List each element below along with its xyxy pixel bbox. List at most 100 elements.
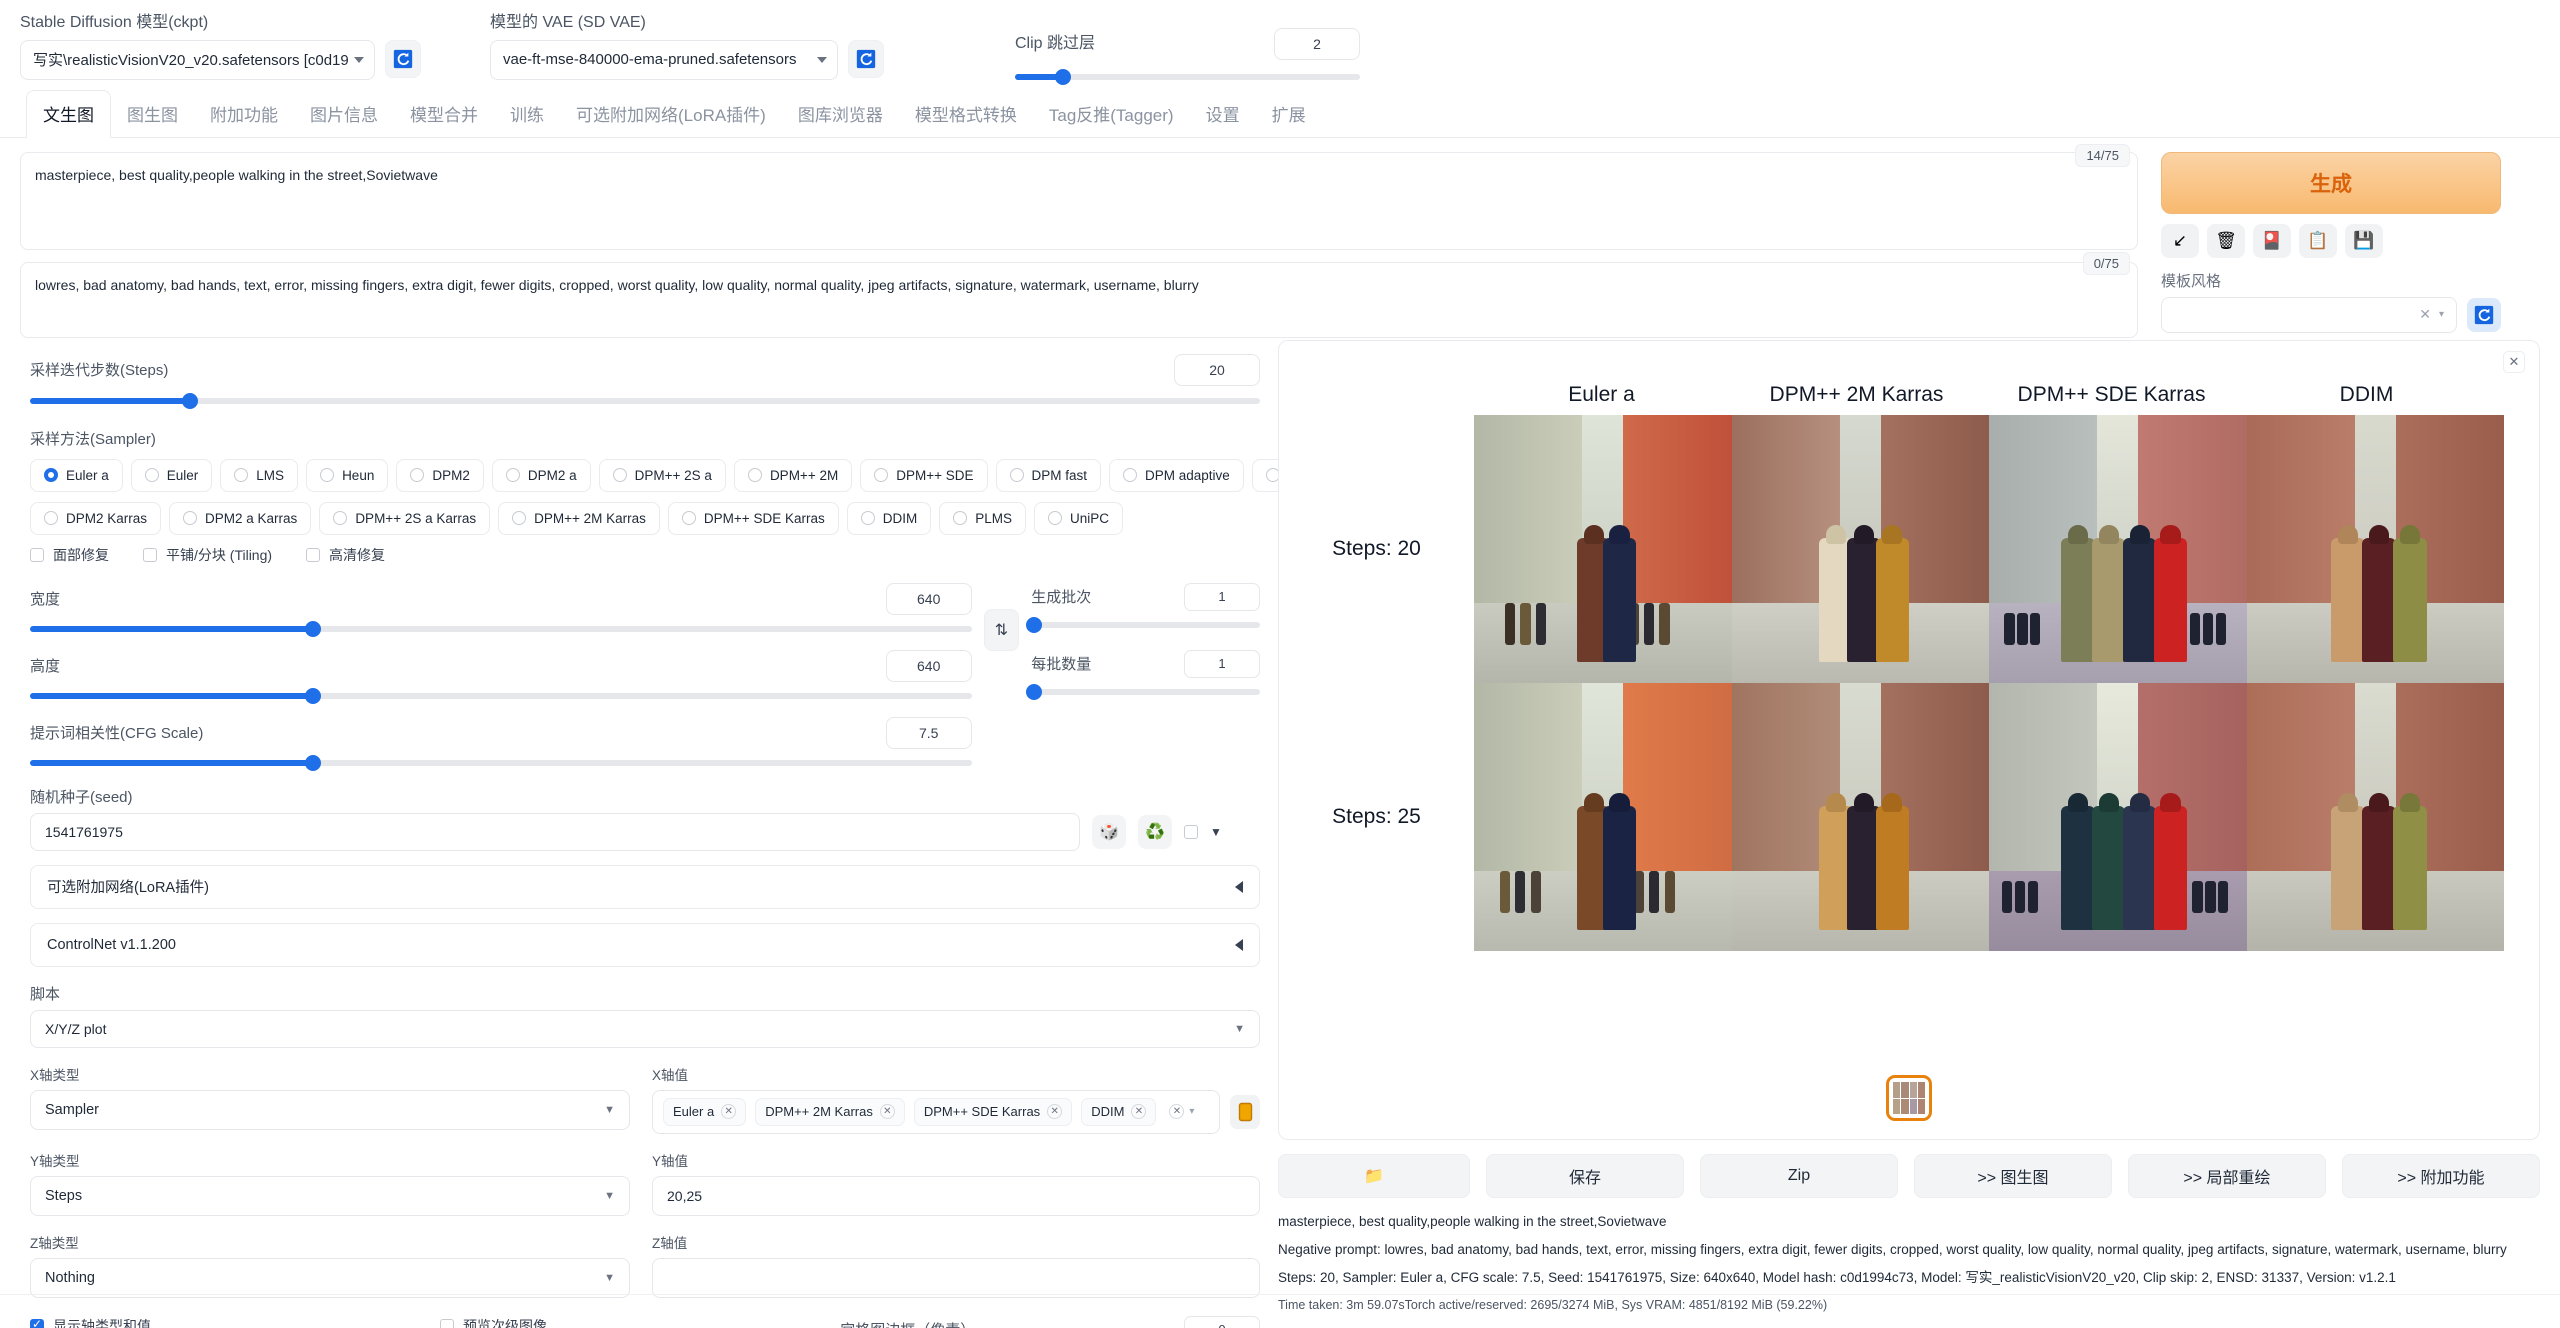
vae-select[interactable]: vae-ft-mse-840000-ema-pruned.safetensors [490, 39, 838, 80]
positive-prompt-input[interactable]: masterpiece, best quality,people walking… [20, 151, 2138, 250]
refresh-vae-button[interactable] [848, 40, 884, 79]
extra-seed-checkbox[interactable] [1184, 824, 1198, 839]
tab-model-converter[interactable]: 模型格式转换 [899, 91, 1033, 137]
send-to-inpaint-button[interactable]: >> 局部重绘 [2128, 1154, 2326, 1198]
tiling-checkbox[interactable]: 平铺/分块 (Tiling) [143, 545, 272, 565]
checkpoint-select[interactable]: 写实\realisticVisionV20_v20.safetensors [c… [20, 39, 375, 80]
send-to-extras-button[interactable]: >> 附加功能 [2342, 1154, 2540, 1198]
sampler-option-dpm2[interactable]: DPM2 [396, 458, 484, 492]
sampler-option-dpm2-karras[interactable]: DPM2 Karras [30, 501, 162, 535]
refresh-styles-button[interactable] [2467, 297, 2501, 332]
dice-icon[interactable]: 🎲 [1092, 814, 1126, 849]
grid-cell-ddim-25[interactable] [2246, 683, 2504, 951]
tab-settings[interactable]: 设置 [1190, 91, 1256, 137]
save-button[interactable]: 保存 [1486, 1154, 1684, 1198]
xyz-grid-thumbnail[interactable] [1886, 1075, 1932, 1121]
tab-image-browser[interactable]: 图库浏览器 [782, 91, 899, 137]
batch-size-value[interactable]: 1 [1184, 649, 1260, 678]
hires-fix-checkbox[interactable]: 高清修复 [306, 545, 385, 565]
sampler-option-dpmpp-2s-a-karras[interactable]: DPM++ 2S a Karras [319, 501, 491, 535]
steps-value[interactable]: 20 [1174, 353, 1260, 386]
tab-lora[interactable]: 可选附加网络(LoRA插件) [560, 91, 782, 137]
xyz-grid-image[interactable]: Euler a DPM++ 2M Karras DPM++ SDE Karras… [1279, 383, 2539, 951]
sampler-option-ddim[interactable]: DDIM [846, 501, 932, 535]
tab-tagger[interactable]: Tag反推(Tagger) [1033, 91, 1190, 137]
grid-cell-eulera-20[interactable] [1474, 415, 1732, 683]
tab-train[interactable]: 训练 [494, 91, 560, 137]
floppy-save-icon[interactable]: 💾 [2345, 223, 2383, 258]
sampler-option-dpm2-a[interactable]: DPM2 a [491, 458, 591, 492]
cfg-slider[interactable] [30, 754, 972, 771]
restore-progress-icon[interactable]: ↙ [2161, 223, 2199, 258]
remove-chip-icon[interactable]: ✕ [1047, 1104, 1063, 1120]
y-axis-values-input[interactable]: 20,25 [652, 1175, 1260, 1216]
width-slider[interactable] [30, 620, 972, 637]
x-value-chip[interactable]: Euler a ✕ [663, 1097, 747, 1126]
style-select[interactable]: ✕ ▾ [2161, 296, 2457, 333]
grid-cell-eulera-25[interactable] [1474, 683, 1732, 951]
send-to-img2img-button[interactable]: >> 图生图 [1914, 1154, 2112, 1198]
chevron-down-icon[interactable]: ▼ [1210, 825, 1222, 839]
paste-yellow-icon[interactable] [1230, 1094, 1260, 1129]
grid-cell-dpmppsde-25[interactable] [1989, 683, 2247, 951]
restore-faces-checkbox[interactable]: 面部修复 [30, 545, 109, 565]
seed-input[interactable]: 1541761975 [30, 812, 1080, 851]
script-select[interactable]: X/Y/Z plot ▼ [30, 1009, 1260, 1048]
x-axis-type-select[interactable]: Sampler ▼ [30, 1089, 630, 1130]
x-axis-values-input[interactable]: Euler a ✕ DPM++ 2M Karras ✕ DPM++ SDE Karr… [652, 1089, 1220, 1134]
y-axis-type-select[interactable]: Steps ▼ [30, 1175, 630, 1216]
batch-count-value[interactable]: 1 [1184, 582, 1260, 611]
close-icon[interactable]: ✕ [2503, 351, 2525, 373]
tab-extensions[interactable]: 扩展 [1256, 91, 1322, 137]
negative-prompt-input[interactable]: lowres, bad anatomy, bad hands, text, er… [20, 261, 2138, 338]
recycle-green-icon[interactable]: ♻️ [1138, 814, 1172, 849]
z-axis-values-input[interactable] [652, 1257, 1260, 1298]
grid-cell-dpmpp2m-20[interactable] [1731, 415, 1989, 683]
x-value-chip[interactable]: DPM++ SDE Karras ✕ [913, 1097, 1073, 1126]
zip-button[interactable]: Zip [1700, 1154, 1898, 1198]
controlnet-accordion[interactable]: ControlNet v1.1.200 [30, 922, 1260, 967]
tab-extras[interactable]: 附加功能 [194, 91, 294, 137]
tab-img2img[interactable]: 图生图 [111, 91, 194, 137]
clipboard-icon[interactable]: 📋 [2299, 223, 2337, 258]
batch-size-slider[interactable] [1025, 683, 1260, 700]
sampler-option-lms[interactable]: LMS [220, 458, 299, 492]
batch-count-slider[interactable] [1025, 616, 1260, 633]
sampler-option-dpm2-a-karras[interactable]: DPM2 a Karras [169, 501, 312, 535]
width-value[interactable]: 640 [885, 582, 972, 615]
sampler-option-heun[interactable]: Heun [306, 458, 389, 492]
height-slider[interactable] [30, 687, 972, 704]
sampler-option-unipc[interactable]: UniPC [1033, 501, 1123, 535]
sampler-option-dpmpp-2m-karras[interactable]: DPM++ 2M Karras [498, 501, 660, 535]
tab-png-info[interactable]: 图片信息 [294, 91, 394, 137]
sampler-option-dpm-adaptive[interactable]: DPM adaptive [1109, 458, 1244, 492]
remove-chip-icon[interactable]: ✕ [879, 1104, 895, 1120]
sampler-option-dpm-fast[interactable]: DPM fast [995, 458, 1102, 492]
clip-skip-slider[interactable] [1015, 68, 1360, 85]
refresh-checkpoints-button[interactable] [385, 40, 421, 79]
sampler-option-plms[interactable]: PLMS [939, 501, 1026, 535]
generate-button[interactable]: 生成 [2161, 151, 2501, 214]
steps-slider[interactable] [30, 392, 1260, 409]
grid-cell-dpmpp2m-25[interactable] [1731, 683, 1989, 951]
style-clear-x-icon[interactable]: ✕ [2419, 306, 2431, 323]
swap-dimensions-button[interactable]: ⇅ [983, 608, 1020, 651]
open-folder-button[interactable]: 📁 [1278, 1154, 1470, 1198]
clear-all-chips-icon[interactable]: ✕ ▾ [1169, 1104, 1194, 1120]
cfg-value[interactable]: 7.5 [885, 716, 972, 749]
sampler-option-euler-a[interactable]: Euler a [30, 458, 123, 492]
sampler-option-dpmpp-sde-karras[interactable]: DPM++ SDE Karras [667, 501, 839, 535]
lora-accordion[interactable]: 可选附加网络(LoRA插件) [30, 864, 1260, 909]
sampler-option-dpmpp-sde[interactable]: DPM++ SDE [860, 458, 988, 492]
card-red-icon[interactable]: 🎴 [2253, 223, 2291, 258]
height-value[interactable]: 640 [885, 649, 972, 682]
grid-cell-dpmppsde-20[interactable] [1989, 415, 2247, 683]
grid-cell-ddim-20[interactable] [2246, 415, 2504, 683]
sampler-option-dpmpp-2s-a[interactable]: DPM++ 2S a [598, 458, 726, 492]
tab-checkpoint-merger[interactable]: 模型合并 [394, 91, 494, 137]
tab-txt2img[interactable]: 文生图 [26, 89, 111, 138]
x-value-chip[interactable]: DPM++ 2M Karras ✕ [755, 1097, 905, 1126]
clip-skip-value[interactable]: 2 [1274, 27, 1360, 60]
z-axis-type-select[interactable]: Nothing ▼ [30, 1257, 630, 1298]
remove-chip-icon[interactable]: ✕ [1131, 1104, 1147, 1120]
